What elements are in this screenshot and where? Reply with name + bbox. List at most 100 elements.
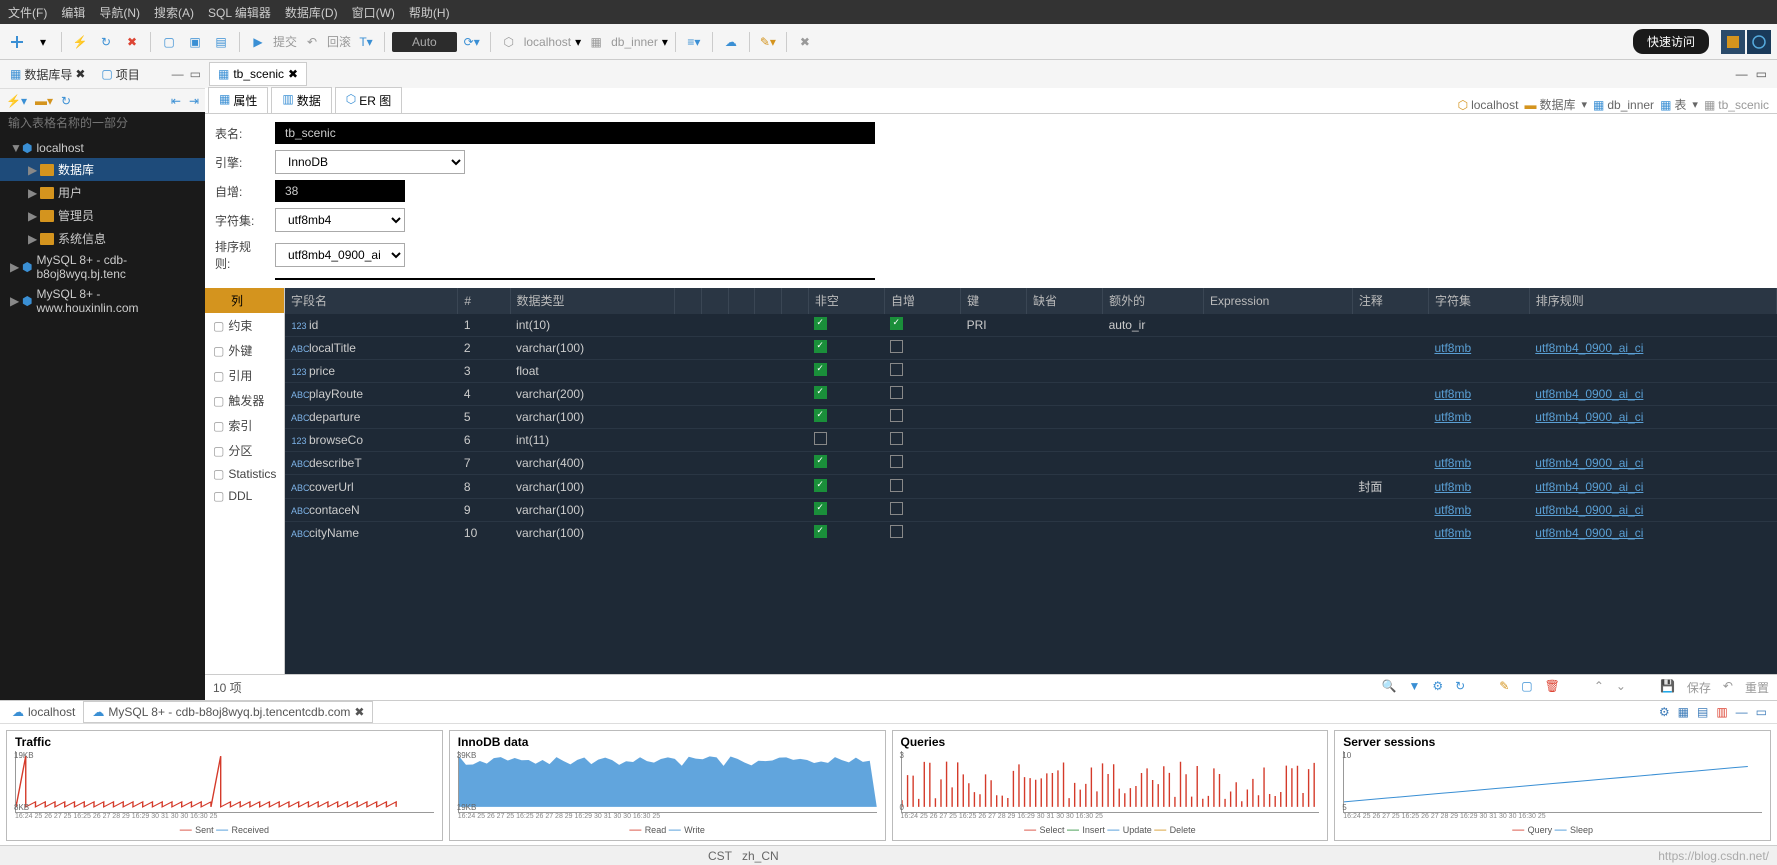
wand-icon[interactable]: ✎▾ <box>757 31 779 53</box>
column-header[interactable]: 字符集 <box>1428 288 1529 314</box>
tree-item[interactable]: ▶用户 <box>0 181 205 204</box>
cloud-icon[interactable]: ☁ <box>720 31 742 53</box>
menu-item[interactable]: 文件(F) <box>8 4 47 21</box>
view-icon[interactable]: ▢ <box>1521 679 1532 696</box>
link-icon[interactable]: ⇥ <box>189 94 199 108</box>
filter-icon[interactable]: ▼ <box>1408 679 1420 696</box>
column-header[interactable] <box>728 288 755 314</box>
subtab-properties[interactable]: ▦属性 <box>208 87 268 113</box>
table-row[interactable]: ABCplayRoute4varchar(200)utf8mbutf8mb4_0… <box>285 383 1777 406</box>
subtab-data[interactable]: ▥数据 <box>271 87 331 113</box>
select-collation[interactable]: utf8mb4_0900_ai_c <box>275 243 405 267</box>
column-header[interactable] <box>782 288 809 314</box>
column-header[interactable]: 字段名 <box>285 288 458 314</box>
down-icon[interactable]: ⌄ <box>1616 679 1626 696</box>
minimize-icon[interactable]: — <box>1736 705 1748 719</box>
db-icon[interactable]: ▦ <box>585 31 607 53</box>
select-engine[interactable]: InnoDB <box>275 150 465 174</box>
select-charset[interactable]: utf8mb4 <box>275 208 405 232</box>
table-row[interactable]: ABCdeparture5varchar(100)utf8mbutf8mb4_0… <box>285 406 1777 429</box>
close-icon[interactable]: ✖ <box>354 705 364 719</box>
column-header[interactable]: 排序规则 <box>1529 288 1776 314</box>
table-row[interactable]: ABCcontaceN9varchar(100)utf8mbutf8mb4_09… <box>285 499 1777 522</box>
side-item[interactable]: ▢DDL <box>205 485 284 507</box>
layout2-icon[interactable]: ▤ <box>1697 705 1708 719</box>
subtab-er[interactable]: ⬡ER 图 <box>335 87 403 113</box>
tab-project[interactable]: ▢项目 <box>95 64 145 85</box>
delete-icon[interactable]: 🗑 <box>1545 679 1560 696</box>
column-header[interactable]: 非空 <box>808 288 884 314</box>
quick-access[interactable]: 快速访问 <box>1633 29 1709 54</box>
side-item[interactable]: ▢引用 <box>205 363 284 388</box>
layout3-icon[interactable]: ▥ <box>1716 705 1727 719</box>
btab-mysql8[interactable]: ☁MySQL 8+ - cdb-b8oj8wyq.bj.tencentcdb.c… <box>83 701 373 723</box>
table-row[interactable]: ABCdescribeT7varchar(400)utf8mbutf8mb4_0… <box>285 452 1777 475</box>
perspective-icon[interactable] <box>1721 30 1745 54</box>
column-header[interactable]: # <box>458 288 510 314</box>
menu-item[interactable]: 窗口(W) <box>352 4 395 21</box>
column-header[interactable]: 数据类型 <box>510 288 675 314</box>
refresh-icon[interactable]: ↻ <box>1455 679 1465 696</box>
stop-icon[interactable]: ✖ <box>121 31 143 53</box>
bc-table[interactable]: ▦tb_scenic <box>1704 98 1769 112</box>
side-item[interactable]: ▢索引 <box>205 413 284 438</box>
side-item[interactable]: 列 <box>205 288 284 313</box>
tx-icon[interactable]: T▾ <box>355 31 377 53</box>
menu-item[interactable]: 数据库(D) <box>285 4 338 21</box>
tree-item[interactable]: ▶⬢MySQL 8+ - www.houxinlin.com <box>0 284 205 318</box>
auto-mode[interactable]: Auto <box>392 32 457 52</box>
globe-icon[interactable] <box>1747 30 1771 54</box>
side-item[interactable]: ▢触发器 <box>205 388 284 413</box>
table-row[interactable]: ABCcityName10varchar(100)utf8mbutf8mb4_0… <box>285 522 1777 545</box>
sql-icon[interactable]: ▢ <box>158 31 180 53</box>
new-connection-icon[interactable] <box>6 31 28 53</box>
save-icon[interactable]: 💾 <box>1660 679 1675 696</box>
tab-db-nav[interactable]: ▦数据库导 ✖ <box>4 64 91 85</box>
tab-tb-scenic[interactable]: ▦tb_scenic ✖ <box>209 62 307 86</box>
column-header[interactable]: 自增 <box>884 288 960 314</box>
db-label[interactable]: db_inner <box>611 35 658 49</box>
input-table-name[interactable] <box>275 122 875 144</box>
tree-item[interactable]: ▶数据库 <box>0 158 205 181</box>
column-header[interactable] <box>701 288 728 314</box>
tree-item[interactable]: ▼⬢localhost <box>0 138 205 158</box>
tree-item[interactable]: ▶系统信息 <box>0 227 205 250</box>
column-header[interactable] <box>675 288 702 314</box>
bc-db-folder[interactable]: ▬数据库 <box>1524 96 1575 113</box>
collapse-icon[interactable]: ⇤ <box>171 94 181 108</box>
column-header[interactable]: Expression <box>1203 288 1352 314</box>
gear-icon[interactable]: ⚙ <box>1432 679 1443 696</box>
host-icon[interactable]: ⬡ <box>498 31 520 53</box>
gear-icon[interactable]: ⚙ <box>1659 705 1670 719</box>
column-header[interactable]: 缺省 <box>1026 288 1102 314</box>
side-item[interactable]: ▢Statistics <box>205 463 284 485</box>
column-header[interactable]: 键 <box>961 288 1027 314</box>
side-item[interactable]: ▢外键 <box>205 338 284 363</box>
bc-db[interactable]: ▦db_inner <box>1593 98 1654 112</box>
history-icon[interactable]: ⟳▾ <box>461 31 483 53</box>
layout1-icon[interactable]: ▦ <box>1678 705 1689 719</box>
menu-item[interactable]: 搜索(A) <box>154 4 194 21</box>
reset-icon[interactable]: ↶ <box>1723 679 1733 696</box>
btab-localhost[interactable]: ☁localhost <box>4 702 83 722</box>
edit-icon[interactable]: ✎ <box>1499 679 1509 696</box>
sql3-icon[interactable]: ▤ <box>210 31 232 53</box>
refresh-icon[interactable]: ↻ <box>61 94 71 108</box>
maximize-icon[interactable]: ▭ <box>1756 705 1767 719</box>
side-item[interactable]: ▢约束 <box>205 313 284 338</box>
menu-item[interactable]: 导航(N) <box>99 4 140 21</box>
minimize-icon[interactable]: — <box>1736 67 1748 81</box>
list-icon[interactable]: ≡▾ <box>683 31 705 53</box>
menu-item[interactable]: 帮助(H) <box>409 4 450 21</box>
new-conn-icon[interactable]: ⚡▾ <box>6 94 27 108</box>
tree-search-input[interactable] <box>8 116 197 130</box>
dropdown-icon[interactable]: ▾ <box>32 31 54 53</box>
bc-host[interactable]: ⬡localhost <box>1458 98 1519 112</box>
up-icon[interactable]: ⌃ <box>1594 679 1604 696</box>
tree-item[interactable]: ▶⬢MySQL 8+ - cdb-b8oj8wyq.bj.tenc <box>0 250 205 284</box>
menu-item[interactable]: 编辑 <box>61 4 85 21</box>
table-row[interactable]: 123browseCo6int(11) <box>285 429 1777 452</box>
column-header[interactable] <box>755 288 782 314</box>
table-row[interactable]: 123price3float <box>285 360 1777 383</box>
maximize-icon[interactable]: ▭ <box>190 67 201 81</box>
